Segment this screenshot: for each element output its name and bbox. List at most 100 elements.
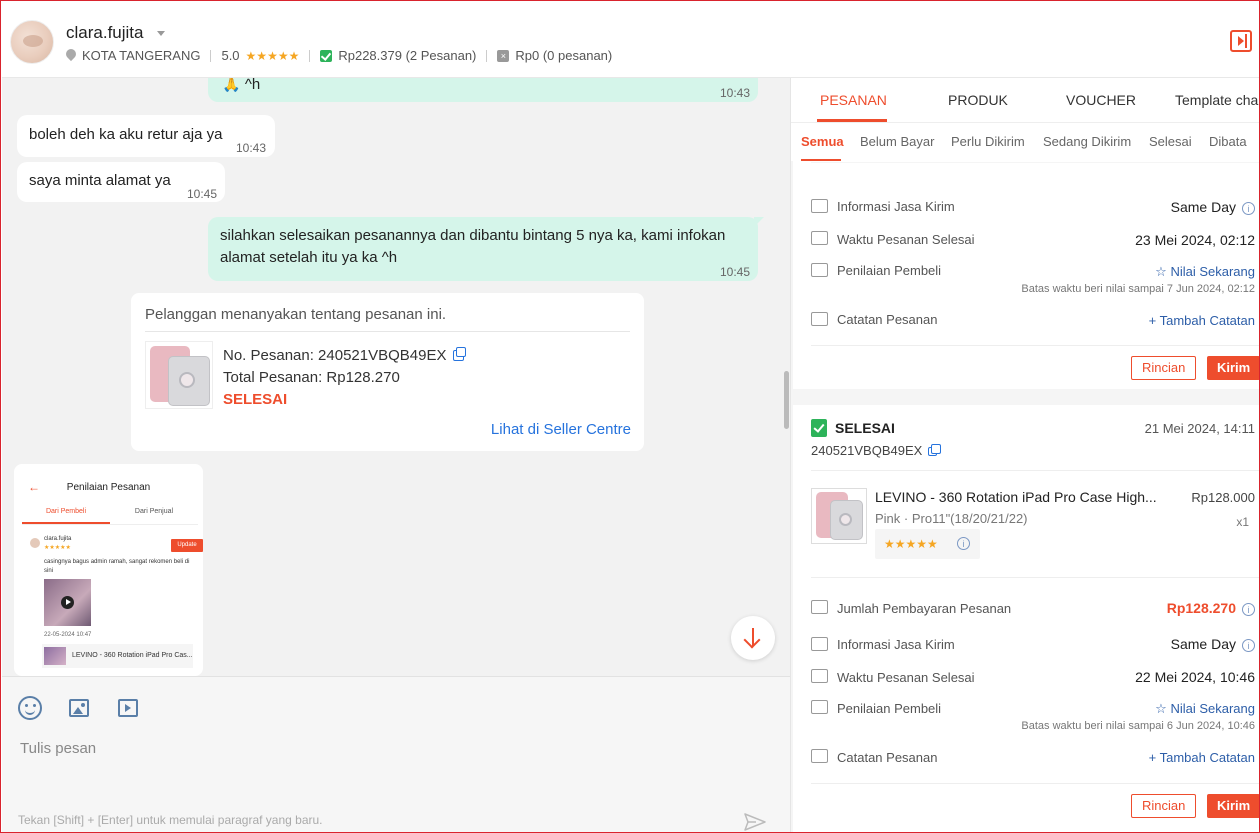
divider [811, 345, 1259, 346]
check-badge-icon [320, 49, 333, 62]
other-orders-summary: Rp0 (0 pesanan) [515, 48, 613, 63]
tab-produk[interactable]: PRODUK [948, 92, 1008, 108]
divider [309, 49, 311, 62]
send-order-button[interactable]: Kirim [1207, 794, 1259, 818]
product-rating: ★★★★★ i [875, 529, 980, 559]
order-number-text: 240521VBQB49EX [811, 443, 923, 458]
play-icon [61, 596, 74, 609]
emoji-icon[interactable] [18, 696, 42, 720]
image-message[interactable]: ← Penilaian Pesanan Dari Pembeli Dari Pe… [14, 464, 203, 676]
add-note-link[interactable]: + Tambah Catatan [1149, 313, 1255, 328]
order-panel: PESANAN PRODUK VOUCHER Template cha Semu… [790, 78, 1259, 832]
tab-voucher[interactable]: VOUCHER [1066, 92, 1136, 108]
message-input[interactable]: Tulis pesan [20, 740, 96, 757]
rate-now-link[interactable]: ☆ Nilai Sekarang [1155, 264, 1255, 280]
divider [22, 524, 198, 525]
truck-icon [811, 637, 828, 651]
rating-deadline: Batas waktu beri nilai sampai 6 Jun 2024… [1021, 720, 1255, 732]
info-icon[interactable]: i [1242, 639, 1255, 652]
shipping-info-value: Same Day i [1171, 636, 1255, 652]
divider [811, 470, 1259, 471]
message-time: 10:45 [186, 187, 217, 201]
message-bubble-outgoing: 🙏 ^h 10:43 [208, 78, 758, 102]
plus-icon: + [1148, 313, 1160, 328]
review-product-name: LEVINO - 360 Rotation iPad Pro Cas... [72, 652, 193, 659]
message-time: 10:45 [719, 265, 750, 279]
chevron-down-icon[interactable] [157, 31, 165, 36]
chat-thread[interactable]: 🙏 ^h 10:43 boleh deh ka aku retur aja ya… [2, 78, 790, 676]
calendar-check-icon [811, 669, 828, 683]
shipping-info-text: Same Day [1170, 199, 1236, 215]
rate-now-link[interactable]: ☆ Nilai Sekarang [1155, 701, 1255, 717]
app-window: clara.fujita KOTA TANGERANG 5.0 ★★★★★ Rp… [0, 0, 1260, 833]
avatar[interactable] [10, 20, 54, 64]
message-text: saya minta alamat ya [29, 172, 171, 189]
chat-scrollbar[interactable] [784, 371, 789, 429]
shipping-info-value: Same Day i [1171, 199, 1255, 215]
scroll-to-bottom-button[interactable] [731, 616, 775, 660]
star-badge-icon [811, 263, 828, 277]
divider [210, 49, 212, 62]
review-date: 22-05-2024 10:47 [44, 632, 92, 638]
seller-centre-link[interactable]: Lihat di Seller Centre [491, 421, 631, 438]
message-bubble-incoming: boleh deh ka aku retur aja ya 10:43 [17, 115, 275, 157]
video-icon[interactable] [118, 699, 138, 717]
bubble-tail [754, 217, 764, 227]
truck-icon [811, 199, 828, 213]
calendar-check-icon [811, 231, 828, 245]
message-time: 10:43 [235, 141, 266, 155]
review-tab-buyer: Dari Pembeli [45, 508, 87, 515]
copy-icon[interactable] [452, 347, 466, 361]
product-thumbnail[interactable] [811, 488, 867, 544]
tab-pesanan[interactable]: PESANAN [820, 92, 887, 108]
shipping-info-label: Informasi Jasa Kirim [837, 637, 955, 652]
info-icon[interactable]: i [1242, 603, 1255, 616]
info-icon[interactable]: i [1242, 202, 1255, 215]
order-status: SELESAI [223, 391, 288, 408]
product-thumbnail [145, 341, 213, 409]
tab-template-chat[interactable]: Template cha [1175, 92, 1258, 108]
reviewer-name: clara.fujita [44, 536, 72, 542]
add-note-link[interactable]: + Tambah Catatan [1149, 750, 1255, 765]
product-price: Rp128.000 [1191, 490, 1255, 505]
send-icon[interactable] [744, 813, 766, 831]
filter-completed[interactable]: Selesai [1149, 134, 1192, 149]
divider [811, 162, 1259, 163]
divider [811, 783, 1259, 784]
order-card: SELESAI 21 Mei 2024, 14:11 240521VBQB49E… [793, 405, 1259, 832]
order-number-text: No. Pesanan: 240521VBQB49EX [223, 347, 447, 364]
filter-cancelled[interactable]: Dibata [1209, 134, 1247, 149]
completed-orders-summary: Rp228.379 (2 Pesanan) [338, 48, 477, 63]
note-icon [811, 312, 828, 326]
order-status: SELESAI [835, 420, 895, 436]
review-text: casingnya bagus admin ramah, sangat reko… [44, 559, 190, 574]
message-bubble-incoming: saya minta alamat ya 10:45 [17, 162, 225, 202]
detail-button[interactable]: Rincian [1131, 794, 1197, 818]
message-text: boleh deh ka aku retur aja ya [29, 126, 223, 143]
filter-to-ship[interactable]: Perlu Dikirim [951, 134, 1025, 149]
copy-icon[interactable] [928, 444, 942, 456]
cancelled-box-icon: × [497, 49, 510, 62]
buyer-rating: 5.0 [221, 48, 240, 63]
product-name[interactable]: LEVINO - 360 Rotation iPad Pro Case High… [875, 489, 1165, 505]
info-icon[interactable]: i [957, 537, 970, 550]
message-text: 🙏 ^h [222, 78, 261, 93]
composer-hint: Tekan [Shift] + [Enter] untuk memulai pa… [18, 813, 323, 827]
rotation-ring [839, 513, 852, 526]
product-quantity: x1 [1236, 515, 1249, 529]
shipping-info-label: Informasi Jasa Kirim [837, 199, 955, 214]
send-order-button[interactable]: Kirim [1207, 356, 1259, 380]
shipping-info-text: Same Day [1170, 636, 1236, 652]
buyer-meta: KOTA TANGERANG 5.0 ★★★★★ Rp228.379 (2 Pe… [66, 48, 612, 63]
image-icon[interactable] [69, 699, 89, 717]
collapse-panel-icon[interactable] [1230, 30, 1252, 52]
username[interactable]: clara.fujita [66, 23, 143, 43]
product-variant: Pink · Pro11"(18/20/21/22) [875, 511, 1028, 526]
filter-unpaid[interactable]: Belum Bayar [860, 134, 934, 149]
detail-button[interactable]: Rincian [1131, 356, 1197, 380]
filter-all[interactable]: Semua [801, 134, 844, 149]
order-notes-label: Catatan Pesanan [837, 312, 938, 327]
filter-shipping[interactable]: Sedang Dikirim [1043, 134, 1131, 149]
buyer-location: KOTA TANGERANG [82, 48, 201, 63]
message-text: silahkan selesaikan pesanannya dan diban… [220, 227, 726, 266]
